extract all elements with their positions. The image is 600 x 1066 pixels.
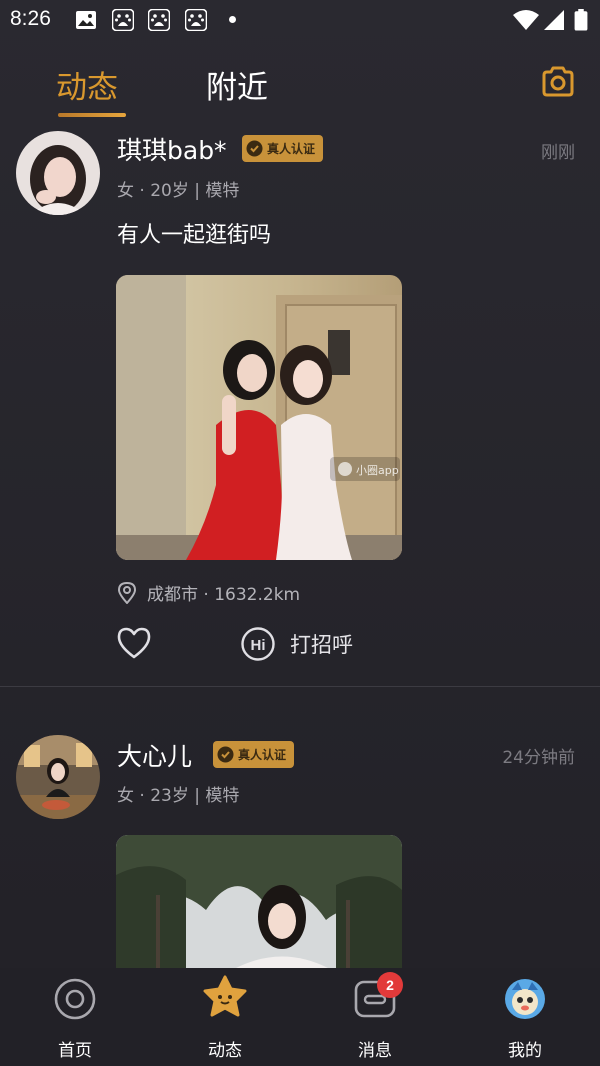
verified-badge: 真人认证: [213, 741, 295, 768]
verified-shield-icon: [217, 746, 234, 763]
baidu-icon: [185, 9, 207, 31]
tab-moments[interactable]: 动态: [56, 62, 118, 107]
verified-badge: 真人认证: [242, 135, 324, 162]
post-photo[interactable]: 小圈app: [116, 275, 402, 560]
unread-badge: 2: [377, 972, 403, 998]
username[interactable]: 大心儿: [117, 737, 192, 773]
user-meta: 女 · 23岁 | 模特: [117, 786, 240, 806]
greet-label: 打招呼: [290, 633, 353, 657]
nav-home-label: 首页: [58, 1041, 92, 1061]
nav-moments-label: 动态: [208, 1041, 242, 1061]
username[interactable]: 琪琪bab*: [117, 131, 227, 167]
nav-profile[interactable]: 我的: [475, 978, 575, 1061]
nav-messages[interactable]: 2 消息: [325, 972, 425, 1061]
status-time: 8:26: [10, 7, 51, 30]
status-bar: 8:26: [0, 0, 600, 40]
photo-watermark: 小圈app: [356, 464, 399, 477]
hi-icon: Hi: [241, 627, 275, 661]
nav-messages-label: 消息: [358, 1041, 392, 1061]
verified-badge-label: 真人认证: [267, 142, 316, 156]
post-text: 有人一起逛街吗: [117, 223, 272, 248]
svg-text:Hi: Hi: [251, 637, 266, 654]
like-heart-icon[interactable]: [116, 626, 152, 660]
verified-shield-icon: [246, 140, 263, 157]
verified-badge-label: 真人认证: [238, 748, 287, 762]
post-time: 24分钟前: [502, 748, 575, 768]
post-card[interactable]: 琪琪bab* 真人认证 刚刚 女 · 20岁 | 模特 有人一起逛街吗 小圈ap…: [0, 120, 600, 686]
user-meta: 女 · 20岁 | 模特: [117, 181, 240, 201]
post-card[interactable]: 大心儿 真人认证 24分钟前 女 · 23岁 | 模特: [0, 735, 600, 968]
profile-avatar-icon: [505, 979, 545, 1019]
post-photo[interactable]: [116, 835, 402, 968]
star-face-icon: [203, 975, 247, 1017]
notification-dot-icon: [229, 16, 236, 23]
bottom-nav: 首页 动态 2 消息 我的: [0, 968, 600, 1066]
nav-moments[interactable]: 动态: [175, 975, 275, 1061]
post-divider: [0, 686, 600, 687]
location-label: 成都市 · 1632.2km: [147, 585, 301, 605]
active-tab-indicator: [58, 113, 126, 117]
baidu-icon: [112, 9, 134, 31]
location-pin-icon: [117, 581, 137, 604]
nav-profile-label: 我的: [508, 1041, 542, 1061]
greet-button[interactable]: Hi 打招呼: [240, 626, 353, 662]
post-time: 刚刚: [541, 143, 575, 163]
post-location: 成都市 · 1632.2km: [117, 580, 300, 605]
nav-home[interactable]: 首页: [25, 978, 125, 1061]
camera-icon[interactable]: [540, 64, 576, 100]
baidu-icon: [148, 9, 170, 31]
image-icon: [76, 11, 96, 29]
avatar[interactable]: [16, 735, 100, 819]
avatar[interactable]: [16, 131, 100, 215]
home-circle-icon: [54, 978, 96, 1020]
tab-nearby[interactable]: 附近: [206, 62, 268, 107]
signal-icon: [544, 10, 564, 30]
battery-icon: [574, 9, 588, 31]
wifi-icon: [513, 10, 539, 30]
header: 动态 附近: [0, 40, 600, 120]
